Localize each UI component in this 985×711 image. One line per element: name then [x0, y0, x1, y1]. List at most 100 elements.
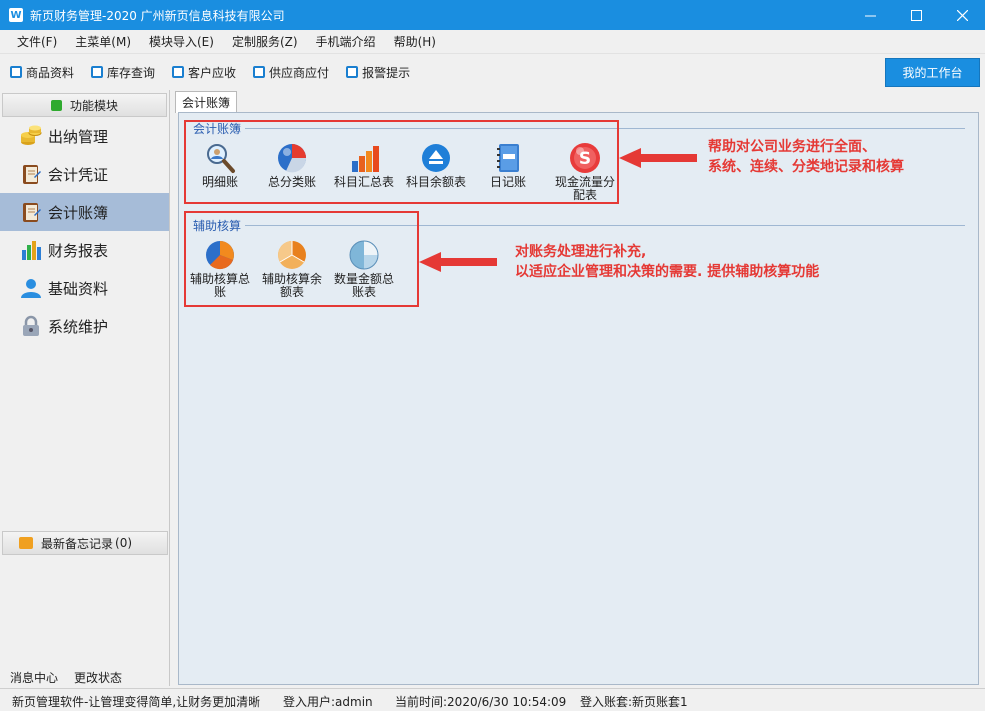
user-icon	[20, 277, 42, 299]
annotation-line: 帮助对公司业务进行全面、	[708, 139, 876, 155]
account-summary-button[interactable]: 科目汇总表	[328, 142, 400, 189]
bar-chart-icon	[348, 142, 380, 174]
icon-label: 科目余额表	[405, 175, 466, 189]
icon-label: 辅助核算总账	[189, 272, 250, 299]
window-title: 新页财务管理-2020 广州新页信息科技有限公司	[30, 8, 285, 23]
memo-count: (0)	[115, 536, 133, 550]
checkbox-icon	[10, 66, 22, 78]
message-center-link[interactable]: 消息中心	[10, 669, 58, 686]
toolbar-item-label: 商品资料	[26, 65, 75, 80]
menu-module-import[interactable]: 模块导入(E)	[140, 33, 223, 50]
sidebar-footer: 消息中心 更改状态	[10, 669, 138, 686]
detail-ledger-button[interactable]: 明细账	[184, 142, 256, 189]
memo-label: 最新备忘记录	[41, 536, 114, 551]
lock-icon	[20, 315, 42, 337]
toolbar-item-label: 库存查询	[107, 65, 156, 80]
menu-mobile-intro[interactable]: 手机端介绍	[307, 33, 385, 50]
notebook-icon	[492, 142, 524, 174]
icon-label: 明细账	[201, 175, 238, 189]
toolbar-item-label: 供应商应付	[269, 65, 330, 80]
sidebar: 功能模块 出纳管理 会计凭证 会计账簿 财务报表 基础资料 系统维护 最新备忘记…	[0, 90, 170, 686]
icon-label: 现金流量分配表	[555, 175, 616, 202]
status-bar: 新页管理软件-让管理变得简单,让财务更加清晰 登入用户:admin 当前时间:2…	[0, 688, 985, 711]
status-time: 当前时间:2020/6/30 10:54:09	[395, 695, 567, 709]
change-status-link[interactable]: 更改状态	[74, 669, 122, 686]
sidebar-header: 功能模块	[2, 93, 167, 117]
menu-help[interactable]: 帮助(H)	[385, 33, 445, 50]
toolbar-item-label: 报警提示	[362, 65, 411, 80]
toolbar-item-alerts[interactable]: 报警提示	[346, 64, 410, 81]
icon-label: 辅助核算余额表	[261, 272, 322, 299]
quantity-amount-ledger-button[interactable]: 数量金额总账表	[328, 239, 400, 299]
dollar-coin-icon: S	[569, 142, 601, 174]
bar-chart-icon	[20, 239, 42, 261]
status-account: 登入账套:新页账套1	[580, 695, 688, 709]
annotation-line: 对账务处理进行补充,	[515, 244, 647, 260]
sidebar-item-cashier[interactable]: 出纳管理	[0, 117, 169, 155]
sidebar-item-label: 基础资料	[48, 279, 109, 298]
menu-custom-service[interactable]: 定制服务(Z)	[223, 33, 307, 50]
sidebar-item-label: 会计凭证	[48, 165, 109, 184]
checkbox-icon	[91, 66, 104, 78]
annotation-line: 系统、连续、分类地记录和核算	[708, 159, 904, 175]
journal-button[interactable]: 日记账	[472, 142, 544, 189]
eject-circle-icon	[420, 142, 452, 174]
icon-label: 总分类账	[267, 175, 316, 189]
sidebar-header-label: 功能模块	[69, 98, 118, 113]
toolbar-item-receivables[interactable]: 客户应收	[172, 64, 236, 81]
checkbox-icon	[172, 66, 185, 78]
tab-ledgers[interactable]: 会计账簿	[175, 91, 238, 113]
toolbar: 商品资料 库存查询 客户应收 供应商应付 报警提示 我的工作台	[0, 54, 985, 90]
tab-strip: 会计账簿	[175, 91, 980, 113]
content-panel: 会计账簿 明细账 总分类账 科目汇总表 科目余额表 日记账 S 现金流量分配表 …	[178, 112, 979, 685]
ledger-annotation: 帮助对公司业务进行全面、 系统、连续、分类地记录和核算	[708, 137, 904, 177]
ledger-book-icon	[20, 163, 42, 185]
sidebar-item-reports[interactable]: 财务报表	[0, 231, 169, 269]
sidebar-item-label: 财务报表	[48, 241, 109, 260]
aux-annotation: 对账务处理进行补充, 以适应企业管理和决策的需要. 提供辅助核算功能	[515, 242, 819, 282]
ledger-book-icon	[20, 201, 42, 223]
toolbar-item-stock-query[interactable]: 库存查询	[91, 64, 155, 81]
checkbox-icon	[253, 66, 266, 78]
sidebar-item-maintenance[interactable]: 系统维护	[0, 307, 169, 345]
minimize-button[interactable]	[847, 0, 893, 30]
speaker-icon	[19, 537, 33, 549]
toolbar-item-products[interactable]: 商品资料	[10, 64, 74, 81]
close-icon	[956, 9, 968, 21]
pie-chart-icon	[276, 239, 308, 271]
checkbox-icon	[346, 66, 359, 78]
sidebar-item-basic-data[interactable]: 基础资料	[0, 269, 169, 307]
pie-chart-icon	[204, 239, 236, 271]
maximize-icon	[910, 9, 922, 21]
toolbar-item-payables[interactable]: 供应商应付	[253, 64, 329, 81]
icon-label: 数量金额总账表	[333, 272, 394, 299]
menu-bar: 文件(F) 主菜单(M) 模块导入(E) 定制服务(Z) 手机端介绍 帮助(H)	[0, 30, 985, 54]
account-balance-button[interactable]: 科目余额表	[400, 142, 472, 189]
annotation-arrow-icon	[619, 148, 697, 168]
sidebar-item-label: 系统维护	[48, 317, 109, 336]
app-logo-icon: W	[9, 8, 23, 22]
menu-file[interactable]: 文件(F)	[8, 33, 66, 50]
maximize-button[interactable]	[893, 0, 939, 30]
aux-general-ledger-button[interactable]: 辅助核算总账	[184, 239, 256, 299]
sidebar-item-vouchers[interactable]: 会计凭证	[0, 155, 169, 193]
sidebar-item-ledgers[interactable]: 会计账簿	[0, 193, 169, 231]
magnifier-person-icon	[204, 142, 236, 174]
module-icon	[50, 99, 62, 111]
memo-bar[interactable]: 最新备忘记录 (0)	[2, 531, 168, 555]
aux-balance-button[interactable]: 辅助核算余额表	[256, 239, 328, 299]
toolbar-item-label: 客户应收	[188, 65, 237, 80]
title-bar: W 新页财务管理-2020 广州新页信息科技有限公司	[0, 0, 985, 30]
general-ledger-button[interactable]: 总分类账	[256, 142, 328, 189]
sidebar-item-label: 出纳管理	[48, 127, 109, 146]
minimize-icon	[864, 15, 876, 16]
pie-sphere-icon	[276, 142, 308, 174]
cash-flow-allocation-button[interactable]: S 现金流量分配表	[549, 142, 621, 202]
close-button[interactable]	[939, 0, 985, 30]
my-workbench-button[interactable]: 我的工作台	[885, 58, 980, 87]
annotation-arrow-icon	[419, 252, 497, 272]
sidebar-item-label: 会计账簿	[48, 203, 109, 222]
icon-label: 科目汇总表	[333, 175, 394, 189]
pie-chart-icon	[348, 239, 380, 271]
menu-main[interactable]: 主菜单(M)	[66, 33, 140, 50]
